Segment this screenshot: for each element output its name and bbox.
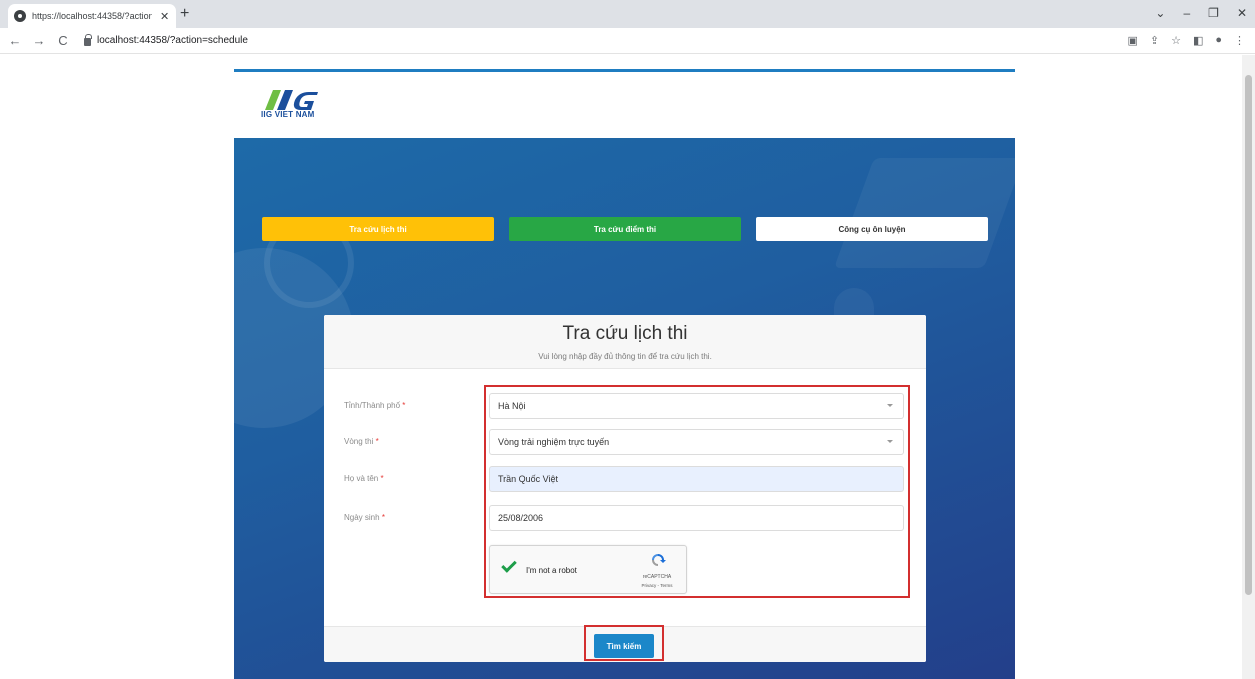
window-controls: ⌄ – ❐ ✕	[1155, 4, 1247, 22]
back-button[interactable]: ←	[6, 33, 24, 48]
card-subtitle: Vui lòng nhập đầy đủ thông tin để tra cứ…	[538, 352, 712, 361]
site-container: IIG VIET NAM Tra cứu lịch thi Tra cứu đi…	[234, 69, 1015, 679]
translate-icon[interactable]: ▣	[1127, 34, 1137, 47]
logo-text: IIG VIET NAM	[261, 110, 315, 119]
practice-tools-button[interactable]: Công cụ ôn luyện	[756, 217, 988, 241]
page-viewport: IIG VIET NAM Tra cứu lịch thi Tra cứu đi…	[0, 55, 1255, 679]
menu-icon[interactable]: ⋮	[1234, 34, 1245, 47]
address-bar[interactable]: localhost:44358/?action=schedule	[84, 33, 248, 46]
card-title: Tra cứu lịch thi	[562, 323, 688, 344]
url-text[interactable]: localhost:44358/?action=schedule	[97, 35, 248, 46]
tab-search-chevron-icon[interactable]: ⌄	[1155, 4, 1165, 22]
side-panel-icon[interactable]: ◧	[1193, 34, 1203, 47]
score-lookup-button[interactable]: Tra cứu điểm thi	[509, 217, 741, 241]
hero-section: Tra cứu lịch thi Tra cứu điểm thi Công c…	[234, 138, 1015, 679]
toolbar-right-icons: ▣ ⇪ ☆ ◧ ● ⋮	[1127, 34, 1245, 47]
laptop-decoration	[833, 158, 1015, 268]
lock-icon[interactable]	[84, 33, 92, 46]
browser-toolbar: ← → C localhost:44358/?action=schedule ▣…	[0, 28, 1255, 54]
scrollbar-thumb[interactable]	[1245, 75, 1252, 595]
round-label: Vòng thi *	[344, 437, 379, 446]
province-label: Tỉnh/Thành phố *	[344, 401, 406, 410]
form-highlight-box	[484, 385, 910, 598]
site-header: IIG VIET NAM	[234, 72, 1015, 138]
share-icon[interactable]: ⇪	[1150, 34, 1159, 47]
browser-tab-bar: https://localhost:44358/?action=... ✕ + …	[0, 0, 1255, 28]
reload-button[interactable]: C	[54, 33, 72, 48]
restore-button[interactable]: ❐	[1208, 4, 1219, 22]
required-mark: *	[375, 437, 379, 446]
schedule-lookup-button[interactable]: Tra cứu lịch thi	[262, 217, 494, 241]
profile-icon[interactable]: ●	[1215, 34, 1222, 47]
card-header: Tra cứu lịch thi Vui lòng nhập đầy đủ th…	[324, 315, 926, 369]
minimize-button[interactable]: –	[1183, 4, 1190, 22]
page-scrollbar[interactable]	[1242, 55, 1255, 679]
tab-close-icon[interactable]: ✕	[160, 10, 169, 23]
schedule-lookup-card: Tra cứu lịch thi Vui lòng nhập đầy đủ th…	[324, 315, 926, 662]
required-mark: *	[381, 513, 385, 522]
name-label: Họ và tên *	[344, 474, 384, 483]
main-nav: Tra cứu lịch thi Tra cứu điểm thi Công c…	[262, 217, 988, 241]
browser-tab[interactable]: https://localhost:44358/?action=... ✕	[8, 4, 176, 28]
close-window-button[interactable]: ✕	[1237, 4, 1247, 22]
dob-label: Ngày sinh *	[344, 513, 385, 522]
forward-button[interactable]: →	[30, 33, 48, 48]
required-mark: *	[402, 401, 406, 410]
required-mark: *	[380, 474, 384, 483]
site-favicon-icon	[14, 10, 26, 22]
tab-title: https://localhost:44358/?action=...	[32, 11, 152, 21]
nav-buttons-group: ← → C	[6, 33, 72, 48]
bookmark-star-icon[interactable]: ☆	[1171, 34, 1181, 47]
iig-logo-icon[interactable]	[261, 88, 341, 128]
button-highlight-box	[584, 625, 664, 661]
new-tab-button[interactable]: +	[180, 4, 189, 24]
